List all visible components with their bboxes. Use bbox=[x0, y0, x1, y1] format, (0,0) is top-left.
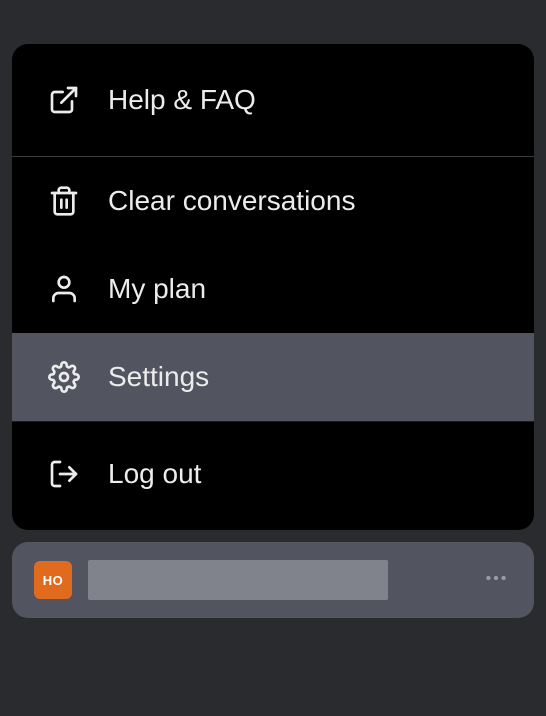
menu-item-help-faq[interactable]: Help & FAQ bbox=[12, 44, 534, 157]
menu-item-clear-conversations[interactable]: Clear conversations bbox=[12, 157, 534, 245]
menu-item-label: Log out bbox=[108, 458, 201, 490]
gear-icon bbox=[48, 361, 80, 393]
menu-item-label: Help & FAQ bbox=[108, 84, 256, 116]
menu-item-my-plan[interactable]: My plan bbox=[12, 245, 534, 333]
menu-item-label: Settings bbox=[108, 361, 209, 393]
menu-item-label: Clear conversations bbox=[108, 185, 355, 217]
trash-icon bbox=[48, 185, 80, 217]
logout-icon bbox=[48, 458, 80, 490]
menu-panel: Help & FAQ Clear conversations My plan S… bbox=[12, 44, 534, 530]
external-link-icon bbox=[48, 84, 80, 116]
user-icon bbox=[48, 273, 80, 305]
account-name-redacted bbox=[88, 560, 388, 600]
menu-item-settings[interactable]: Settings bbox=[12, 333, 534, 421]
menu-item-label: My plan bbox=[108, 273, 206, 305]
avatar-initials: HO bbox=[43, 573, 64, 588]
avatar: HO bbox=[34, 561, 72, 599]
menu-item-logout[interactable]: Log out bbox=[12, 421, 534, 530]
account-bar[interactable]: HO bbox=[12, 542, 534, 618]
ellipsis-icon bbox=[483, 565, 509, 596]
more-options-button[interactable] bbox=[480, 564, 512, 596]
